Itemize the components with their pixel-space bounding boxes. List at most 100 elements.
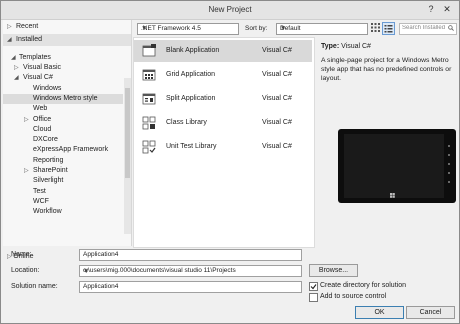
template-toolbar: .NET Framework 4.5 ▼ Sort by: Default ▼ …: [133, 20, 458, 36]
search-icon: [448, 25, 454, 31]
chevron-down-icon: ▼: [141, 25, 148, 32]
dialog-title: New Project: [208, 5, 252, 14]
tree-item-label: Installed: [16, 36, 43, 43]
tree-item-office[interactable]: ▷ Office: [3, 115, 131, 125]
tree-item-label: Visual C#: [23, 74, 53, 82]
tablet-preview-image: [338, 129, 456, 203]
tree-item-web[interactable]: Web: [3, 104, 131, 114]
template-name: Split Application: [166, 95, 216, 102]
tree-item-test[interactable]: Test: [3, 187, 131, 197]
tree-item-workflow[interactable]: Workflow: [3, 207, 131, 217]
description-text: A single-page project for a Windows Metr…: [321, 57, 452, 82]
tree-item-visual-c[interactable]: ◢ Visual C#: [3, 73, 131, 83]
add-source-control-label: Add to source control: [320, 293, 387, 300]
tree-item-label: Reporting: [33, 156, 64, 164]
framework-select[interactable]: .NET Framework 4.5 ▼: [137, 23, 239, 35]
collapse-arrow-icon: ◢: [14, 75, 19, 82]
collapse-arrow-icon: ◢: [11, 55, 16, 61]
tree-item-label: WCF: [33, 197, 49, 205]
template-tree: ▷ Recent ◢ Installed ◢ Templates ▷ Visual…: [3, 20, 132, 260]
windows-logo-icon: [390, 193, 395, 198]
tree-item-dxcore[interactable]: DXCore: [3, 135, 131, 145]
ok-button[interactable]: OK: [355, 306, 404, 319]
tree-item-reporting[interactable]: Reporting: [3, 156, 131, 166]
template-item-class-library[interactable]: Class Library Visual C#: [134, 112, 312, 134]
location-field[interactable]: c:\users\mig.000\documents\visual studio…: [79, 265, 302, 277]
tree-item-cloud[interactable]: Cloud: [3, 125, 131, 135]
tree-item-visual-basic[interactable]: ▷ Visual Basic: [3, 63, 131, 73]
search-placeholder: Search Installed Te: [402, 25, 448, 31]
tree-item-label: Test: [33, 187, 46, 195]
tree-item-label: Office: [33, 115, 52, 123]
split-app-icon: [142, 93, 156, 105]
tree-item-recent[interactable]: ▷ Recent: [3, 22, 131, 32]
create-directory-label: Create directory for solution: [320, 282, 406, 289]
tree-item-label: Silverlight: [33, 177, 64, 185]
tree-item-windows[interactable]: Windows: [3, 84, 131, 94]
tree-item-label: Web: [33, 105, 48, 113]
list-view-icon[interactable]: [382, 22, 395, 35]
solution-name-field[interactable]: Application4: [79, 281, 302, 293]
class-library-icon: [142, 116, 156, 130]
tablet-charms-icon: [448, 145, 450, 183]
template-item-split-application[interactable]: Split Application Visual C#: [134, 88, 312, 110]
checkmark-icon: [310, 284, 317, 290]
expand-arrow-icon: ▷: [24, 116, 29, 123]
tree-item-label: eXpressApp Framework: [33, 146, 109, 154]
blank-app-icon: [142, 44, 156, 57]
tree-scrollbar[interactable]: [124, 78, 131, 234]
sort-select[interactable]: Default ▼: [276, 23, 368, 35]
sort-label: Sort by:: [245, 25, 268, 32]
solution-name-value: Application4: [83, 283, 119, 290]
scrollbar-thumb[interactable]: [125, 88, 130, 178]
tree-item-label: Recent: [16, 23, 39, 30]
grid-app-icon: [142, 69, 156, 81]
tree-item-windows-metro-style[interactable]: Windows Metro style: [3, 93, 123, 104]
help-button[interactable]: ?: [425, 4, 437, 15]
close-button[interactable]: ✕: [441, 4, 453, 15]
tablet-screen: [344, 134, 444, 198]
name-value: Application4: [83, 251, 119, 258]
template-item-unit-test-library[interactable]: Unit Test Library Visual C#: [134, 136, 312, 158]
browse-button[interactable]: Browse...: [309, 264, 358, 277]
template-item-blank-application[interactable]: Blank Application Visual C#: [134, 40, 312, 62]
type-value: Visual C#: [341, 43, 371, 50]
template-name: Unit Test Library: [166, 143, 217, 150]
type-label: Type:: [321, 43, 340, 50]
template-name: Grid Application: [166, 71, 216, 78]
tree-item-label: Visual Basic: [23, 64, 62, 71]
name-label: Name:: [11, 251, 32, 258]
template-list: Blank Application Visual C# Grid Applica…: [133, 37, 315, 248]
tree-item-sharepoint[interactable]: ▷ SharePoint: [3, 166, 131, 176]
title-bar: New Project ? ✕: [1, 1, 459, 20]
create-directory-checkbox[interactable]: [309, 282, 318, 291]
expand-arrow-icon: ▷: [7, 24, 12, 30]
tree-item-expressapp-framework[interactable]: eXpressApp Framework: [3, 145, 131, 155]
add-source-control-checkbox[interactable]: [309, 293, 318, 302]
unit-test-library-icon: [142, 140, 156, 154]
solution-name-label: Solution name:: [11, 283, 58, 290]
cancel-button[interactable]: Cancel: [406, 306, 455, 319]
tree-item-label: DXCore: [33, 136, 58, 144]
search-input[interactable]: Search Installed Te: [399, 23, 457, 35]
template-language: Visual C#: [262, 119, 292, 126]
tree-item-label: Workflow: [33, 208, 62, 216]
template-item-grid-application[interactable]: Grid Application Visual C#: [134, 64, 312, 86]
location-label: Location:: [11, 267, 40, 274]
name-field[interactable]: Application4: [79, 249, 302, 261]
template-language: Visual C#: [262, 143, 292, 150]
expand-arrow-icon: ▷: [24, 168, 29, 174]
template-language: Visual C#: [262, 95, 292, 102]
template-language: Visual C#: [262, 47, 292, 54]
expand-arrow-icon: ▷: [14, 65, 19, 71]
grid-view-icon[interactable]: [371, 23, 380, 32]
tree-item-wcf[interactable]: WCF: [3, 197, 131, 207]
tree-item-label: Templates: [19, 54, 51, 61]
tree-item-label: Windows: [33, 84, 62, 92]
tree-item-templates[interactable]: ◢ Templates: [3, 53, 131, 63]
tree-item-silverlight[interactable]: Silverlight: [3, 176, 131, 186]
template-name: Blank Application: [166, 47, 220, 54]
tree-item-label: Cloud: [33, 125, 52, 133]
collapse-arrow-icon: ◢: [7, 37, 12, 43]
tree-item-installed[interactable]: ◢ Installed: [3, 35, 131, 45]
